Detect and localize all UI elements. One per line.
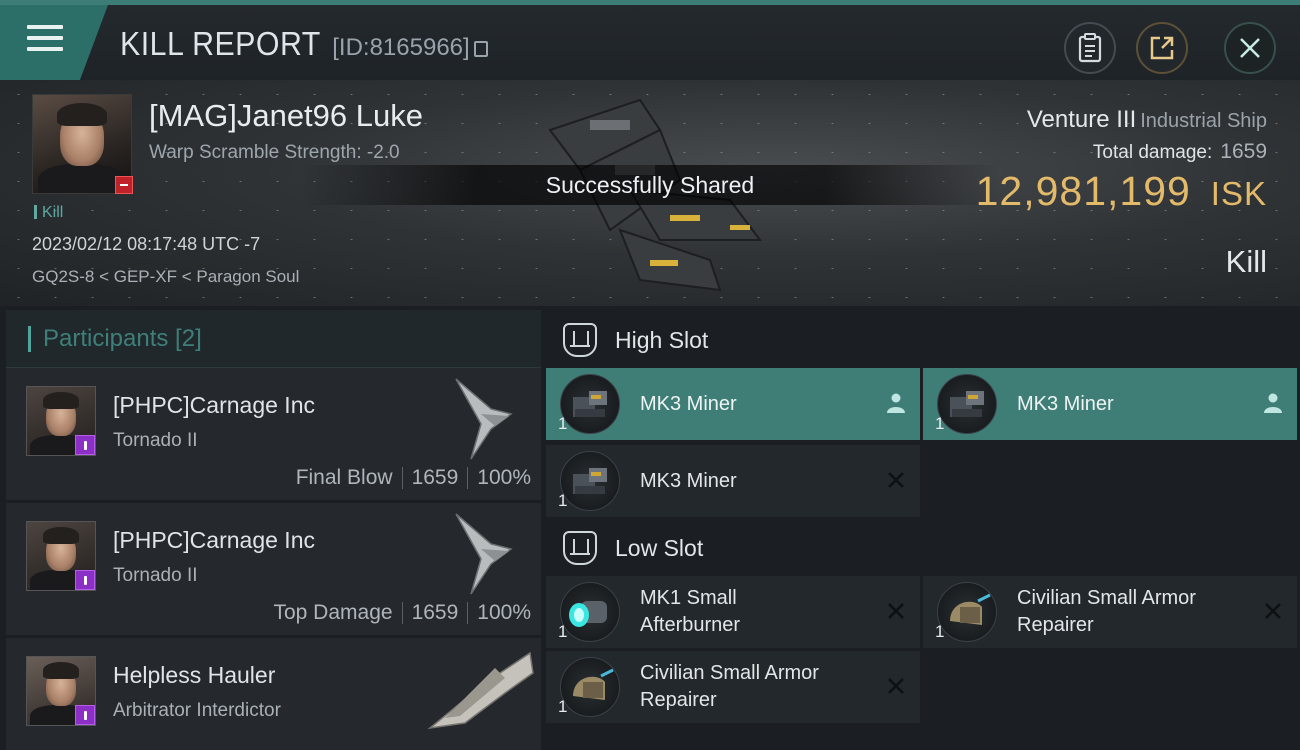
kill-tag: Kill: [34, 204, 63, 222]
module-item[interactable]: 1 Civilian Small Armor Repairer: [546, 651, 920, 723]
participant-percent: 100%: [477, 601, 531, 624]
isk-amount: 12,981,199: [975, 168, 1191, 214]
arbitrator-ship-image: [427, 651, 534, 730]
module-item[interactable]: 1 MK3 Miner: [546, 445, 920, 517]
module-quantity: 1: [935, 414, 945, 433]
destroyed-x-icon: [888, 603, 904, 619]
module-quantity: 1: [558, 697, 568, 716]
high-slot-icon: [563, 323, 597, 357]
kill-datetime: 2023/02/12 08:17:48 UTC -7: [32, 234, 261, 254]
close-button[interactable]: [1224, 22, 1276, 74]
participant-name: [PHPC]Carnage Inc: [113, 392, 315, 418]
standing-minus-icon: [115, 176, 133, 194]
low-slot-icon: [563, 531, 597, 565]
participant-damage: 1659: [411, 601, 459, 624]
module-name: MK1 Small Afterburner: [640, 587, 741, 636]
module-item[interactable]: 1 MK1 Small Afterburner: [546, 576, 920, 648]
module-item[interactable]: 1 MK3 Miner: [923, 368, 1297, 440]
armor-repairer-icon: [560, 657, 620, 717]
corp-badge-icon: [75, 435, 95, 455]
destroyed-x-icon: [1265, 603, 1281, 619]
participant-ship: Tornado II: [113, 565, 198, 586]
miner-icon: [560, 451, 620, 511]
participant-card[interactable]: [PHPC]Carnage Inc Tornado II Final Blow …: [6, 368, 541, 503]
module-name: MK3 Miner: [1017, 392, 1114, 415]
warp-scramble-strength: Warp Scramble Strength: -2.0: [149, 142, 400, 163]
participant-ship: Tornado II: [113, 430, 198, 451]
title-group: KILL REPORT [ID:8165966]: [120, 25, 488, 63]
participant-stats: Final Blow 1659 100%: [296, 466, 531, 490]
low-slot-header: Low Slot: [545, 518, 1300, 578]
copy-icon[interactable]: [473, 41, 488, 57]
module-name: Civilian Small Armor Repairer: [640, 662, 819, 711]
share-icon: [1150, 36, 1174, 60]
isk-value: 12,981,199 ISK: [976, 168, 1267, 215]
isk-unit: ISK: [1210, 175, 1267, 212]
victim-ship[interactable]: Venture III Industrial Ship: [1027, 106, 1267, 134]
tornado-ship-image: [455, 378, 513, 460]
menu-icon: [27, 25, 63, 55]
miner-icon: [560, 374, 620, 434]
victim-panel: Kill 2023/02/12 08:17:48 UTC -7 GQ2S-8 <…: [0, 80, 1300, 306]
report-id: [ID:8165966]: [332, 34, 470, 61]
menu-button[interactable]: [0, 5, 108, 80]
afterburner-icon: [560, 582, 620, 642]
top-bar: KILL REPORT [ID:8165966]: [0, 0, 1300, 80]
victim-ship-name: Venture III: [1026, 106, 1137, 133]
module-item[interactable]: 1 MK3 Miner: [546, 368, 920, 440]
module-item[interactable]: 1 Civilian Small Armor Repairer: [923, 576, 1297, 648]
total-damage: Total damage: 1659: [1093, 140, 1267, 164]
close-icon: [1240, 38, 1260, 58]
participant-role: Final Blow: [295, 466, 393, 489]
dropped-person-icon: [1264, 393, 1282, 413]
module-quantity: 1: [935, 622, 945, 641]
kill-location[interactable]: GQ2S-8 < GEP-XF < Paragon Soul: [32, 267, 299, 287]
participant-stats: Top Damage 1659 100%: [273, 601, 531, 625]
share-button[interactable]: [1136, 22, 1188, 74]
module-name: Civilian Small Armor Repairer: [1017, 587, 1196, 636]
tornado-ship-image: [455, 513, 513, 595]
corp-badge-icon: [75, 705, 95, 725]
participant-name: [PHPC]Carnage Inc: [113, 527, 315, 553]
participant-percent: 100%: [477, 466, 531, 489]
participant-role: Top Damage: [273, 601, 393, 624]
victim-name[interactable]: [MAG]Janet96 Luke: [149, 98, 423, 134]
page-title: KILL REPORT: [120, 25, 321, 62]
corp-badge-icon: [75, 570, 95, 590]
miner-icon: [937, 374, 997, 434]
victim-ship-class: Industrial Ship: [1140, 110, 1267, 132]
high-slot-header: High Slot: [545, 310, 1300, 370]
destroyed-x-icon: [888, 678, 904, 694]
module-name: MK3 Miner: [640, 392, 737, 415]
module-name: MK3 Miner: [640, 469, 737, 492]
module-quantity: 1: [558, 414, 568, 433]
dropped-person-icon: [887, 393, 905, 413]
participant-card[interactable]: [PHPC]Carnage Inc Tornado II Top Damage …: [6, 503, 541, 638]
destroyed-x-icon: [888, 472, 904, 488]
clipboard-icon: [1078, 33, 1102, 63]
participant-ship: Arbitrator Interdictor: [113, 700, 281, 721]
armor-repairer-icon: [937, 582, 997, 642]
module-quantity: 1: [558, 622, 568, 641]
module-quantity: 1: [558, 491, 568, 510]
result-label: Kill: [1225, 244, 1267, 279]
participants-tab[interactable]: Participants [2]: [6, 310, 541, 368]
participant-damage: 1659: [411, 466, 459, 489]
high-slot-label: High Slot: [615, 326, 709, 353]
participant-name: Helpless Hauler: [113, 662, 276, 688]
participant-card[interactable]: Helpless Hauler Arbitrator Interdictor: [6, 638, 541, 750]
participants-panel: Participants [2] [PHPC]Carnage Inc Torna…: [6, 310, 541, 750]
shared-toast: Successfully Shared: [300, 165, 1000, 205]
clipboard-button[interactable]: [1064, 22, 1116, 74]
low-slot-label: Low Slot: [615, 534, 704, 561]
total-damage-label: Total damage:: [1092, 142, 1213, 163]
total-damage-value: 1659: [1220, 140, 1267, 163]
fitting-panel: High Slot 1 MK3 Miner 1 MK3 Miner 1 MK3 …: [545, 310, 1300, 750]
